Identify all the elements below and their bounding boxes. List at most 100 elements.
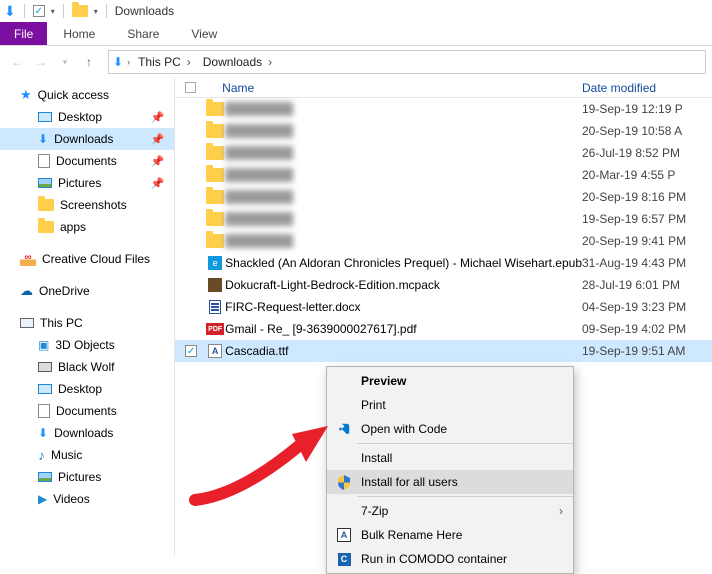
file-row[interactable]: Dokucraft-Light-Bedrock-Edition.mcpack28…	[175, 274, 712, 296]
creative-cloud-icon: ∞	[20, 252, 36, 266]
nav-bar: ← → ▾ ↑ ⬇ › This PC Downloads	[0, 46, 712, 78]
view-tab[interactable]: View	[175, 22, 233, 45]
folder-icon	[205, 212, 225, 226]
file-name: Gmail - Re_ [9-3639000027617].pdf	[225, 322, 582, 336]
font-icon: A	[205, 344, 225, 358]
file-date: 20-Sep-19 9:41 PM	[582, 234, 712, 248]
menu-7zip[interactable]: 7-Zip›	[327, 499, 573, 523]
menu-install-for-all-users[interactable]: Install for all users	[327, 470, 573, 494]
tree-onedrive[interactable]: ☁OneDrive	[0, 280, 174, 302]
download-icon: ⬇	[38, 426, 48, 440]
pictures-icon	[38, 178, 52, 188]
tree-black-wolf[interactable]: Black Wolf	[0, 356, 174, 378]
file-date: 26-Jul-19 8:52 PM	[582, 146, 712, 160]
context-menu: Preview Print Open with Code Install Ins…	[326, 366, 574, 574]
pc-icon	[20, 318, 34, 328]
select-all-checkbox[interactable]	[185, 82, 196, 93]
recent-dropdown[interactable]: ▾	[54, 51, 76, 73]
file-name: ████████	[225, 212, 582, 226]
document-icon	[38, 404, 50, 418]
epub-icon: e	[205, 256, 225, 270]
file-tab[interactable]: File	[0, 22, 47, 45]
comodo-icon: C	[335, 553, 353, 566]
document-icon	[38, 154, 50, 168]
tree-quick-access[interactable]: ★Quick access	[0, 84, 174, 106]
menu-install[interactable]: Install	[327, 446, 573, 470]
file-name: FIRC-Request-letter.docx	[225, 300, 582, 314]
file-row[interactable]: ████████19-Sep-19 6:57 PM	[175, 208, 712, 230]
title-bar: ⬇ ✓ ▾ ▾ Downloads	[0, 0, 712, 22]
file-row[interactable]: ████████20-Sep-19 8:16 PM	[175, 186, 712, 208]
tree-music[interactable]: ♪Music	[0, 444, 174, 466]
nav-tree[interactable]: ★Quick access Desktop📌 ⬇Downloads📌 Docum…	[0, 78, 175, 556]
crumb-this-pc[interactable]: This PC	[134, 54, 195, 70]
file-row[interactable]: FIRC-Request-letter.docx04-Sep-19 3:23 P…	[175, 296, 712, 318]
forward-button[interactable]: →	[30, 51, 52, 73]
pdf-icon: PDF	[205, 323, 225, 335]
file-date: 20-Mar-19 4:55 P	[582, 168, 712, 182]
back-button[interactable]: ←	[6, 51, 28, 73]
file-date: 20-Sep-19 8:16 PM	[582, 190, 712, 204]
mcpack-icon	[205, 278, 225, 292]
column-name[interactable]: Name	[196, 81, 582, 95]
cloud-icon: ☁	[20, 283, 33, 299]
home-tab[interactable]: Home	[47, 22, 111, 45]
qat-dropdown-icon[interactable]: ▾	[94, 7, 98, 16]
down-arrow-icon[interactable]: ⬇	[4, 3, 16, 20]
column-date[interactable]: Date modified	[582, 81, 712, 95]
file-row[interactable]: ████████20-Sep-19 10:58 A	[175, 120, 712, 142]
up-button[interactable]: ↑	[78, 51, 100, 73]
menu-comodo[interactable]: CRun in COMODO container	[327, 547, 573, 571]
file-date: 09-Sep-19 4:02 PM	[582, 322, 712, 336]
tree-this-pc[interactable]: This PC	[0, 312, 174, 334]
folder-icon	[38, 221, 54, 233]
file-row[interactable]: ████████20-Sep-19 9:41 PM	[175, 230, 712, 252]
music-icon: ♪	[38, 447, 45, 463]
file-name: ████████	[225, 124, 582, 138]
file-row[interactable]: ████████26-Jul-19 8:52 PM	[175, 142, 712, 164]
file-name: ████████	[225, 102, 582, 116]
ribbon: File Home Share View	[0, 22, 712, 46]
menu-preview[interactable]: Preview	[327, 369, 573, 393]
tree-3d-objects[interactable]: ▣3D Objects	[0, 334, 174, 356]
chevron-right-icon[interactable]: ›	[127, 57, 130, 67]
file-row[interactable]: ✓ACascadia.ttf19-Sep-19 9:51 AM	[175, 340, 712, 362]
tree-documents[interactable]: Documents📌	[0, 150, 174, 172]
shield-icon	[335, 475, 353, 490]
word-icon	[205, 300, 225, 314]
tree-desktop[interactable]: Desktop📌	[0, 106, 174, 128]
file-name: Shackled (An Aldoran Chronicles Prequel)…	[225, 256, 582, 270]
menu-bulk-rename[interactable]: ABulk Rename Here	[327, 523, 573, 547]
chevron-right-icon: ›	[559, 504, 563, 518]
file-row[interactable]: ████████19-Sep-19 12:19 P	[175, 98, 712, 120]
tree-pictures[interactable]: Pictures📌	[0, 172, 174, 194]
tree-videos[interactable]: ▶Videos	[0, 488, 174, 510]
tree-apps[interactable]: apps	[0, 216, 174, 238]
address-bar[interactable]: ⬇ › This PC Downloads	[108, 50, 706, 74]
menu-print[interactable]: Print	[327, 393, 573, 417]
tree-downloads[interactable]: ⬇Downloads📌	[0, 128, 174, 150]
crumb-downloads[interactable]: Downloads	[199, 54, 276, 70]
menu-open-with-code[interactable]: Open with Code	[327, 417, 573, 441]
column-header[interactable]: Name Date modified	[175, 78, 712, 98]
file-name: Cascadia.ttf	[225, 344, 582, 358]
tree-downloads2[interactable]: ⬇Downloads	[0, 422, 174, 444]
tree-pictures2[interactable]: Pictures	[0, 466, 174, 488]
file-row[interactable]: eShackled (An Aldoran Chronicles Prequel…	[175, 252, 712, 274]
tree-documents2[interactable]: Documents	[0, 400, 174, 422]
file-name: ████████	[225, 168, 582, 182]
folder-icon	[205, 190, 225, 204]
pin-icon: 📌	[150, 133, 164, 146]
tree-desktop2[interactable]: Desktop	[0, 378, 174, 400]
file-row[interactable]: ████████20-Mar-19 4:55 P	[175, 164, 712, 186]
folder-icon	[38, 199, 54, 211]
share-tab[interactable]: Share	[111, 22, 175, 45]
tree-creative-cloud[interactable]: ∞Creative Cloud Files	[0, 248, 174, 270]
row-checkbox[interactable]: ✓	[185, 345, 197, 357]
tree-screenshots[interactable]: Screenshots	[0, 194, 174, 216]
qat-dropdown-icon[interactable]: ▾	[51, 7, 55, 16]
file-row[interactable]: PDFGmail - Re_ [9-3639000027617].pdf09-S…	[175, 318, 712, 340]
qat-checkbox[interactable]: ✓	[33, 5, 45, 17]
down-arrow-icon: ⬇	[113, 55, 123, 69]
file-name: ████████	[225, 234, 582, 248]
